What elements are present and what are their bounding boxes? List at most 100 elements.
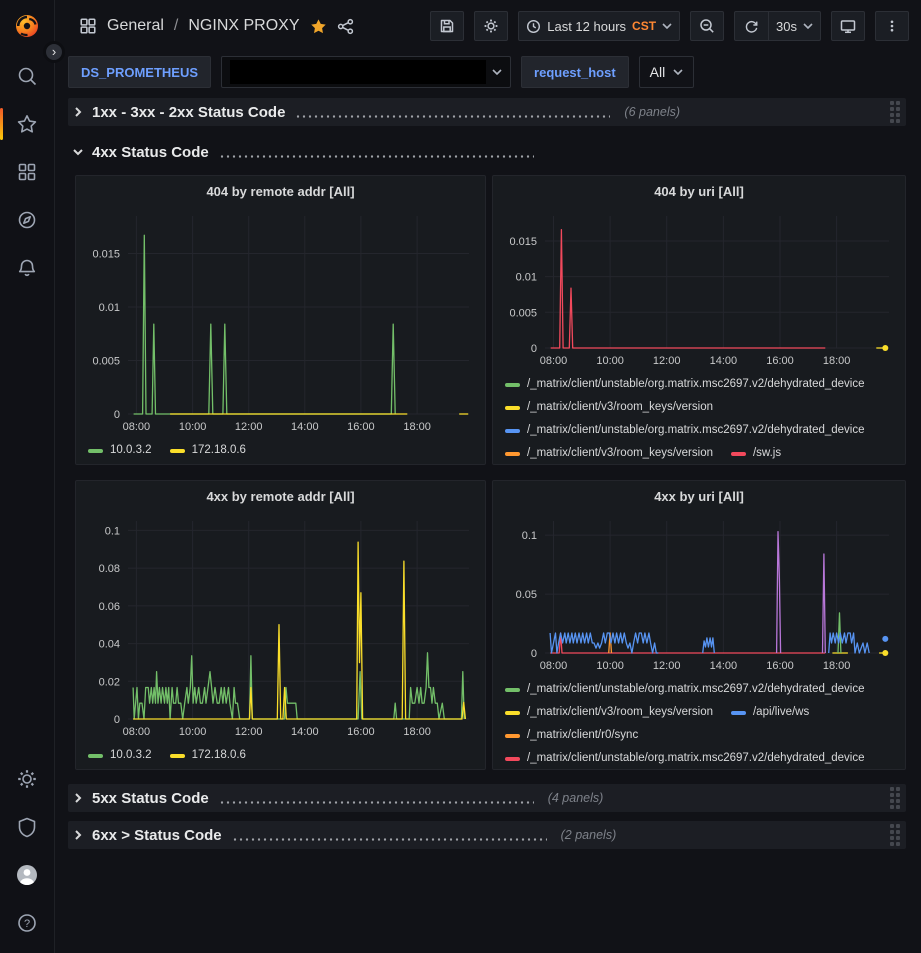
tv-mode-button[interactable]	[831, 11, 865, 41]
legend-item[interactable]: /api/live/ws	[731, 702, 809, 723]
time-series-chart[interactable]: 00.0050.010.01508:0010:0012:0014:0016:00…	[499, 206, 899, 372]
legend-label: 10.0.3.2	[110, 745, 152, 765]
legend-item[interactable]: /sw.js	[731, 443, 781, 460]
gear-icon	[16, 768, 38, 790]
row-dotted-leader	[219, 801, 534, 804]
legend-item[interactable]: /_matrix/client/unstable/org.matrix.msc2…	[505, 374, 865, 395]
legend-label: /_matrix/client/r0/sync	[527, 725, 638, 746]
svg-text:0.005: 0.005	[92, 356, 120, 368]
row-header-5xx[interactable]: 5xx Status Code (4 panels)	[68, 784, 906, 812]
row-dotted-leader	[295, 115, 610, 118]
svg-text:0.015: 0.015	[509, 236, 537, 248]
row-title[interactable]: 5xx Status Code	[92, 790, 209, 807]
request-host-variable-select[interactable]: All	[639, 56, 695, 88]
refresh-group: 30s	[734, 11, 821, 41]
time-series-chart[interactable]: 00.050.108:0010:0012:0014:0016:0018:00	[499, 511, 899, 677]
svg-text:10:00: 10:00	[596, 355, 624, 367]
favorite-star-icon[interactable]	[310, 18, 327, 35]
refresh-button[interactable]	[734, 11, 768, 41]
svg-text:0.1: 0.1	[522, 530, 537, 542]
request-host-variable-label[interactable]: request_host	[521, 56, 629, 88]
svg-text:0: 0	[531, 648, 537, 660]
panel-title[interactable]: 4xx by uri [All]	[499, 485, 899, 511]
legend-item[interactable]: /_matrix/client/unstable/org.matrix.msc2…	[505, 679, 865, 700]
sidebar-item-configuration[interactable]	[0, 755, 55, 803]
svg-text:16:00: 16:00	[347, 726, 375, 738]
dashboard-settings-button[interactable]	[474, 11, 508, 41]
help-icon: ?	[16, 912, 38, 934]
refresh-interval-value: 30s	[776, 19, 797, 34]
svg-text:0.08: 0.08	[99, 563, 120, 575]
dashboards-grid-icon	[16, 161, 38, 183]
svg-text:14:00: 14:00	[710, 355, 738, 367]
legend-item[interactable]: /_matrix/client/unstable/org.matrix.msc2…	[505, 420, 865, 441]
panel-title[interactable]: 404 by uri [All]	[499, 180, 899, 206]
breadcrumb-folder[interactable]: General	[107, 17, 164, 35]
row-header-6xx[interactable]: 6xx > Status Code (2 panels)	[68, 821, 906, 849]
chart-legend: /_matrix/client/unstable/org.matrix.msc2…	[499, 372, 899, 460]
svg-text:0: 0	[531, 343, 537, 355]
sidebar: ? ›	[0, 0, 55, 953]
legend-item[interactable]: 10.0.3.2	[88, 440, 152, 460]
svg-text:0: 0	[114, 409, 120, 421]
sidebar-item-help[interactable]: ?	[0, 899, 55, 947]
legend-item[interactable]: /_matrix/client/unstable/org.matrix.msc2…	[505, 748, 865, 765]
datasource-variable-select[interactable]	[221, 56, 511, 88]
legend-item[interactable]: /_matrix/client/r0/sync	[505, 725, 638, 746]
panel-4xx-by-uri: 4xx by uri [All] 00.050.108:0010:0012:00…	[492, 480, 906, 770]
legend-label: /api/live/ws	[753, 702, 809, 723]
legend-item[interactable]: /_matrix/client/v3/room_keys/version	[505, 702, 713, 723]
row-header-4xx[interactable]: 4xx Status Code	[68, 138, 906, 166]
legend-item[interactable]: 172.18.0.6	[170, 745, 246, 765]
row-drag-handle[interactable]	[890, 824, 900, 846]
svg-text:0.02: 0.02	[99, 676, 120, 688]
sidebar-item-alerting[interactable]	[0, 244, 55, 292]
row-drag-handle[interactable]	[890, 101, 900, 123]
chart-legend: 10.0.3.2 172.18.0.6	[82, 438, 479, 460]
sidebar-item-starred[interactable]	[0, 100, 55, 148]
legend-item[interactable]: 10.0.3.2	[88, 745, 152, 765]
time-series-chart[interactable]: 00.020.040.060.080.108:0010:0012:0014:00…	[82, 511, 479, 743]
grafana-app: ? › General / NGINX PROXY	[0, 0, 921, 953]
legend-label: 10.0.3.2	[110, 440, 152, 460]
sidebar-item-profile[interactable]	[0, 851, 55, 899]
legend-item[interactable]: 172.18.0.6	[170, 440, 246, 460]
sidebar-item-dashboards[interactable]	[0, 148, 55, 196]
row-title[interactable]: 6xx > Status Code	[92, 827, 222, 844]
sidebar-item-server-admin[interactable]	[0, 803, 55, 851]
time-range-label: Last 12 hours	[547, 19, 626, 34]
row-title[interactable]: 1xx - 3xx - 2xx Status Code	[92, 104, 285, 121]
refresh-interval-select[interactable]: 30s	[768, 11, 821, 41]
chevron-right-icon	[72, 792, 84, 804]
sidebar-item-explore[interactable]	[0, 196, 55, 244]
row-title[interactable]: 4xx Status Code	[92, 144, 209, 161]
time-series-chart[interactable]: 00.0050.010.01508:0010:0012:0014:0016:00…	[82, 206, 479, 438]
redacted-datasource-value	[230, 60, 486, 84]
panel-title[interactable]: 4xx by remote addr [All]	[82, 485, 479, 511]
legend-item[interactable]: /_matrix/client/v3/room_keys/version	[505, 397, 713, 418]
zoom-out-time-button[interactable]	[690, 11, 724, 41]
grafana-logo-icon	[14, 13, 40, 39]
legend-item[interactable]: /_matrix/client/v3/room_keys/version	[505, 443, 713, 460]
panel-404-by-remote-addr: 404 by remote addr [All] 00.0050.010.015…	[75, 175, 486, 465]
save-icon	[439, 18, 455, 34]
save-dashboard-button[interactable]	[430, 11, 464, 41]
row-panel-count: (2 panels)	[561, 828, 617, 842]
row-drag-handle[interactable]	[890, 787, 900, 809]
legend-label: /_matrix/client/unstable/org.matrix.msc2…	[527, 374, 865, 395]
more-options-button[interactable]	[875, 11, 909, 41]
svg-text:14:00: 14:00	[291, 726, 319, 738]
timezone-label: CST	[632, 19, 656, 33]
time-range-picker[interactable]: Last 12 hours CST	[518, 11, 680, 41]
datasource-variable-label[interactable]: DS_PROMETHEUS	[68, 56, 211, 88]
dashboard-header: General / NGINX PROXY	[55, 0, 921, 52]
row-header-1xx-3xx-2xx[interactable]: 1xx - 3xx - 2xx Status Code (6 panels)	[68, 98, 906, 126]
sidebar-expand-button[interactable]: ›	[43, 41, 65, 63]
compass-icon	[16, 209, 38, 231]
panel-title[interactable]: 404 by remote addr [All]	[82, 180, 479, 206]
chevron-down-icon	[72, 146, 84, 158]
svg-text:0.015: 0.015	[92, 249, 120, 261]
svg-text:?: ?	[24, 918, 30, 930]
row-panel-count: (6 panels)	[624, 105, 680, 119]
share-icon[interactable]	[337, 18, 354, 35]
